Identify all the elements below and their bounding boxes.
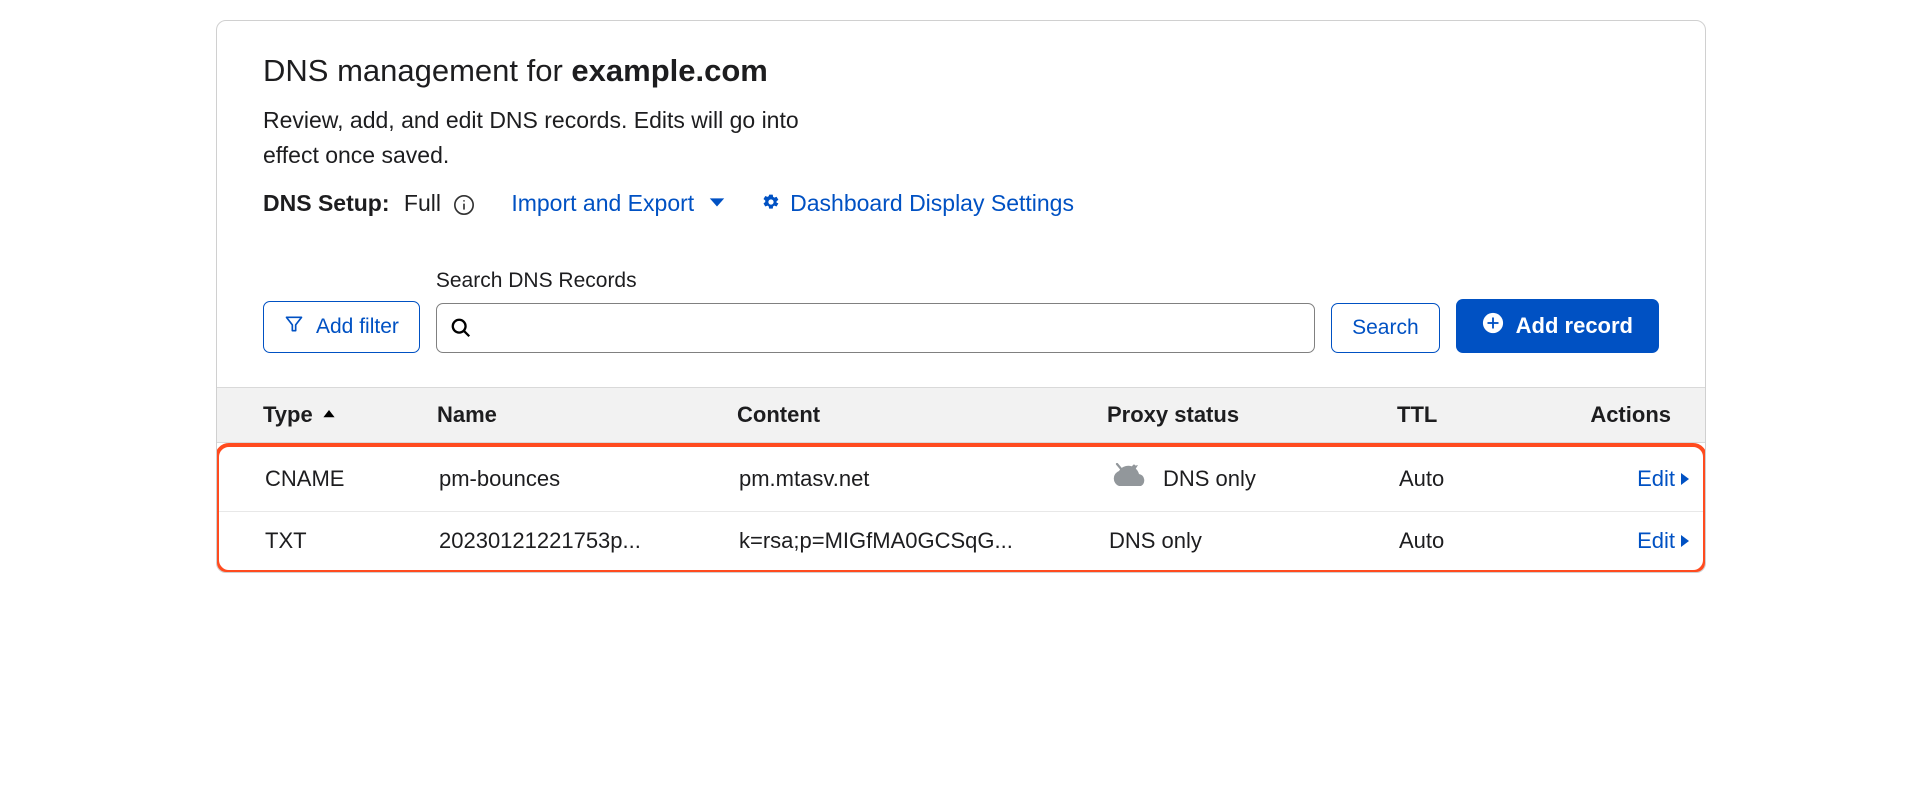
cell-content: k=rsa;p=MIGfMA0GCSqG... [739, 528, 1109, 554]
edit-label: Edit [1637, 528, 1675, 554]
chevron-down-icon [708, 190, 726, 217]
column-header-content[interactable]: Content [737, 402, 1107, 428]
cell-name: pm-bounces [439, 466, 739, 492]
column-header-proxy[interactable]: Proxy status [1107, 402, 1397, 428]
title-domain: example.com [571, 53, 767, 88]
proxy-text: DNS only [1163, 466, 1256, 492]
cell-actions: Edit [1579, 466, 1703, 492]
chevron-right-icon [1679, 466, 1691, 492]
column-header-actions: Actions [1577, 402, 1705, 428]
table-row[interactable]: TXT 20230121221753p... k=rsa;p=MIGfMA0GC… [219, 512, 1703, 570]
card-header: DNS management for example.com Review, a… [217, 21, 1705, 237]
add-filter-button[interactable]: Add filter [263, 301, 420, 353]
dns-management-card: DNS management for example.com Review, a… [216, 20, 1706, 573]
add-record-label: Add record [1516, 313, 1633, 339]
search-label: Search DNS Records [436, 269, 1315, 293]
cell-proxy: DNS only [1109, 463, 1399, 495]
edit-label: Edit [1637, 466, 1675, 492]
plus-icon [1482, 312, 1504, 340]
cloud-off-icon [1109, 463, 1149, 495]
edit-button[interactable]: Edit [1637, 466, 1691, 492]
cell-type: TXT [219, 528, 439, 554]
cell-proxy: DNS only [1109, 528, 1399, 554]
cell-actions: Edit [1579, 528, 1703, 554]
column-type-label: Type [263, 402, 313, 428]
search-button[interactable]: Search [1331, 303, 1440, 353]
cell-ttl: Auto [1399, 528, 1579, 554]
sort-ascending-icon [321, 402, 337, 428]
chevron-right-icon [1679, 528, 1691, 554]
table-row[interactable]: CNAME pm-bounces pm.mtasv.net DNS only A… [219, 447, 1703, 512]
toolbar: Add filter Search DNS Records Search [217, 237, 1705, 387]
import-export-link[interactable]: Import and Export [511, 190, 726, 217]
page-title: DNS management for example.com [263, 53, 1659, 89]
cell-content: pm.mtasv.net [739, 466, 1109, 492]
edit-button[interactable]: Edit [1637, 528, 1691, 554]
proxy-text: DNS only [1109, 528, 1202, 554]
search-input-wrap [436, 303, 1315, 353]
dns-setup-value: Full [404, 190, 441, 216]
dns-setup-block: DNS Setup: Full [263, 190, 475, 217]
table-header-row: Type Name Content Proxy status TTL Actio… [217, 387, 1705, 443]
cell-ttl: Auto [1399, 466, 1579, 492]
display-settings-link[interactable]: Dashboard Display Settings [762, 190, 1074, 217]
info-icon[interactable] [453, 194, 475, 216]
search-field: Search DNS Records [436, 269, 1315, 353]
highlighted-records: CNAME pm-bounces pm.mtasv.net DNS only A… [216, 443, 1706, 573]
gear-icon [762, 190, 780, 217]
page-subtitle: Review, add, and edit DNS records. Edits… [263, 103, 823, 172]
cell-name: 20230121221753p... [439, 528, 739, 554]
add-filter-label: Add filter [316, 315, 399, 339]
dns-setup-label: DNS Setup: [263, 190, 390, 216]
add-record-button[interactable]: Add record [1456, 299, 1659, 353]
display-settings-label: Dashboard Display Settings [790, 190, 1074, 217]
column-header-type[interactable]: Type [217, 402, 437, 428]
search-input[interactable] [436, 303, 1315, 353]
title-prefix: DNS management for [263, 53, 571, 88]
setup-row: DNS Setup: Full Import and Export [263, 190, 1659, 217]
filter-icon [284, 314, 304, 340]
search-icon [450, 317, 472, 339]
column-header-name[interactable]: Name [437, 402, 737, 428]
cell-type: CNAME [219, 466, 439, 492]
search-button-label: Search [1352, 316, 1419, 340]
column-header-ttl[interactable]: TTL [1397, 402, 1577, 428]
import-export-label: Import and Export [511, 190, 694, 217]
